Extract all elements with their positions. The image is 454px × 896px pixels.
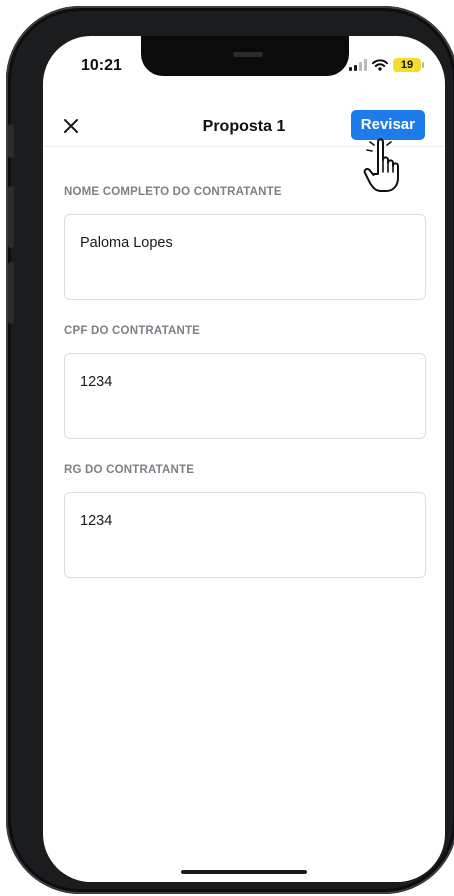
speaker	[233, 52, 263, 57]
home-indicator	[181, 870, 307, 874]
notch	[141, 36, 349, 76]
rg-field[interactable]: 1234	[64, 492, 426, 578]
battery-icon: 19	[393, 58, 424, 72]
volume-up-button	[8, 186, 14, 248]
rg-field-label: RG DO CONTRATANTE	[64, 464, 195, 476]
name-field[interactable]: Paloma Lopes	[64, 214, 426, 300]
silent-switch	[8, 124, 14, 158]
screen: 10:21 19 Proposta 1 Revisar NOME COMPLET…	[43, 36, 445, 882]
name-field-value: Paloma Lopes	[80, 235, 173, 251]
cpf-field[interactable]: 1234	[64, 353, 426, 439]
cpf-field-label: CPF DO CONTRATANTE	[64, 325, 201, 337]
status-time: 10:21	[81, 57, 122, 74]
hand-pointer-icon	[363, 138, 399, 192]
wifi-icon	[372, 59, 388, 71]
signal-icon	[349, 59, 367, 71]
volume-down-button	[8, 262, 14, 324]
status-icons: 19	[349, 58, 424, 72]
phone-frame: 10:21 19 Proposta 1 Revisar NOME COMPLET…	[6, 6, 454, 894]
name-field-label: NOME COMPLETO DO CONTRATANTE	[64, 186, 282, 198]
cpf-field-value: 1234	[80, 374, 113, 390]
rg-field-value: 1234	[80, 513, 113, 529]
